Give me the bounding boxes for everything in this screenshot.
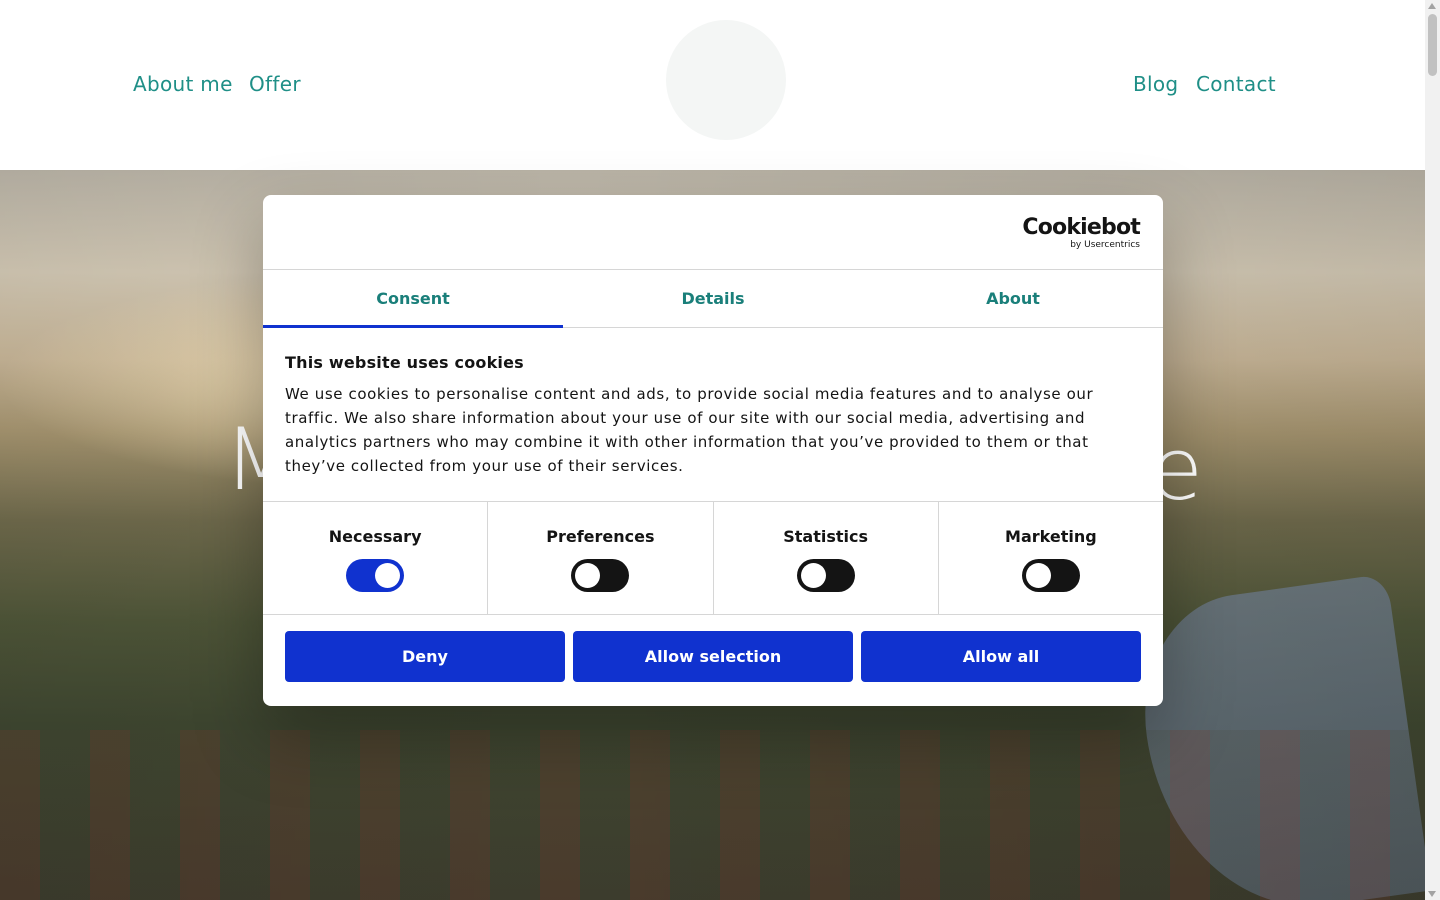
toggle-knob <box>1025 563 1051 588</box>
tab-about[interactable]: About <box>863 270 1163 327</box>
statistics-toggle[interactable] <box>796 559 855 592</box>
scroll-down-icon[interactable] <box>1428 891 1436 897</box>
page-scrollbar[interactable] <box>1425 0 1440 900</box>
toggle-knob <box>575 563 601 588</box>
dialog-header: Cookiebot by Usercentrics <box>263 195 1163 270</box>
allow-all-button[interactable]: Allow all <box>861 631 1141 682</box>
toggle-label-marketing: Marketing <box>1005 527 1097 546</box>
deny-button[interactable]: Deny <box>285 631 565 682</box>
toggle-label-statistics: Statistics <box>783 527 868 546</box>
dialog-title: This website uses cookies <box>285 353 524 372</box>
nav-link-contact[interactable]: Contact <box>1196 72 1276 96</box>
tab-consent[interactable]: Consent <box>263 270 563 328</box>
toggle-label-necessary: Necessary <box>328 527 422 546</box>
consent-toggles: Necessary Preferences Statistics Marketi… <box>263 502 1163 615</box>
preferences-toggle[interactable] <box>571 559 630 592</box>
scroll-up-icon[interactable] <box>1428 3 1436 9</box>
site-logo[interactable] <box>666 20 786 140</box>
dialog-body: This website uses cookies We use cookies… <box>263 328 1163 502</box>
nav-link-about-me[interactable]: About me <box>133 72 233 96</box>
tab-details[interactable]: Details <box>563 270 863 327</box>
toggle-cell-marketing: Marketing <box>939 502 1163 614</box>
toggle-cell-necessary: Necessary <box>263 502 489 614</box>
toggle-cell-statistics: Statistics <box>714 502 939 614</box>
cookiebot-sub: by Usercentrics <box>1070 240 1140 250</box>
cookie-consent-dialog: Cookiebot by Usercentrics Consent Detail… <box>263 195 1163 706</box>
dialog-tabs: Consent Details About <box>263 270 1163 328</box>
toggle-knob <box>800 563 826 588</box>
toggle-label-preferences: Preferences <box>546 527 655 546</box>
dialog-text: We use cookies to personalise content an… <box>285 385 1094 475</box>
scroll-thumb[interactable] <box>1428 14 1437 76</box>
cookiebot-brand: Cookiebot <box>1022 215 1140 240</box>
cookiebot-logo[interactable]: Cookiebot by Usercentrics <box>1022 217 1140 251</box>
marketing-toggle[interactable] <box>1021 559 1080 592</box>
necessary-toggle[interactable] <box>346 559 405 592</box>
toggle-cell-preferences: Preferences <box>488 502 714 614</box>
dialog-buttons: Deny Allow selection Allow all <box>263 615 1163 682</box>
toggle-knob <box>375 563 401 588</box>
nav-link-offer[interactable]: Offer <box>249 72 301 96</box>
allow-selection-button[interactable]: Allow selection <box>573 631 853 682</box>
nav-link-blog[interactable]: Blog <box>1133 72 1178 96</box>
site-header: About me Offer Blog Contact <box>0 0 1425 170</box>
